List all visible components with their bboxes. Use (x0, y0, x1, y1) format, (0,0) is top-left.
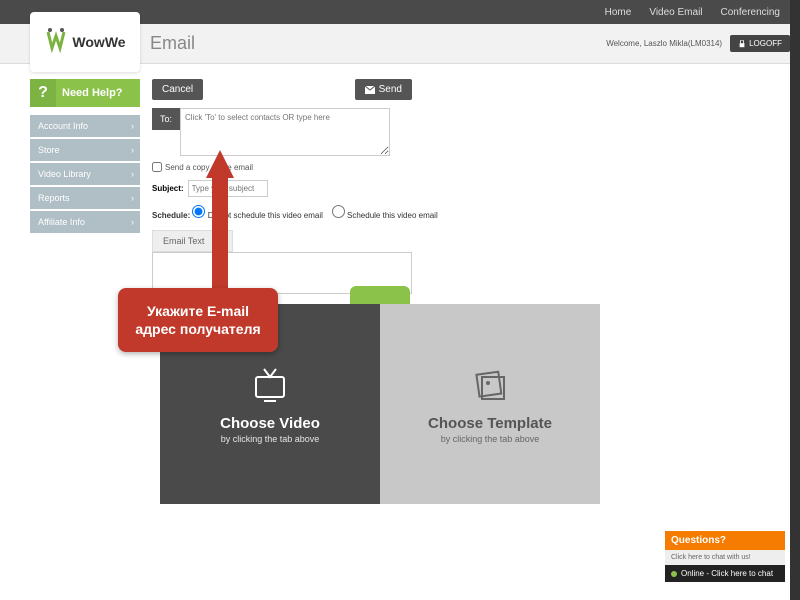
sidebar-item-video-library[interactable]: Video Library (30, 163, 140, 185)
choose-template-sub: by clicking the tab above (441, 434, 540, 444)
need-help-button[interactable]: ? Need Help? (30, 79, 140, 107)
send-copy-checkbox[interactable] (152, 162, 162, 172)
sidebar-item-account[interactable]: Account Info (30, 115, 140, 137)
send-label: Send (379, 84, 402, 95)
schedule-yes-radio[interactable] (332, 205, 345, 218)
subject-label: Subject: (152, 184, 184, 193)
welcome-text: Welcome, Laszlo Mikla(LM0314) (606, 39, 722, 48)
tab-email-text[interactable]: Email Text (152, 230, 215, 252)
send-button[interactable]: Send (355, 79, 412, 100)
chat-subtitle: Click here to chat with us! (665, 550, 785, 565)
chat-widget[interactable]: Questions? Click here to chat with us! O… (665, 531, 785, 582)
envelope-icon (365, 86, 375, 94)
question-icon: ? (30, 79, 56, 107)
to-input[interactable] (180, 108, 390, 156)
lock-icon (738, 40, 746, 48)
schedule-label: Schedule: (152, 211, 190, 220)
schedule-yes-label: Schedule this video email (347, 211, 438, 220)
sidebar-item-reports[interactable]: Reports (30, 187, 140, 209)
to-label[interactable]: To: (152, 108, 180, 130)
sidebar-item-affiliate[interactable]: Affiliate Info (30, 211, 140, 233)
main-compose-area: Cancel Send To: Send a copy of the email… (152, 79, 790, 294)
right-scrollbar[interactable] (790, 0, 800, 600)
online-dot-icon (671, 571, 677, 577)
nav-home[interactable]: Home (605, 7, 632, 18)
logoff-button[interactable]: LOGOFF (730, 35, 790, 52)
schedule-no-radio[interactable] (192, 205, 205, 218)
choose-template-panel[interactable]: Choose Template by clicking the tab abov… (380, 304, 600, 504)
sidebar-item-store[interactable]: Store (30, 139, 140, 161)
logo-icon (44, 28, 68, 56)
page-title: Email (150, 33, 195, 54)
cancel-button[interactable]: Cancel (152, 79, 203, 100)
tv-icon (250, 365, 290, 405)
need-help-label: Need Help? (56, 87, 123, 99)
nav-conferencing[interactable]: Conferencing (721, 7, 780, 18)
logo[interactable]: WowWe (30, 12, 140, 72)
template-icon (470, 365, 510, 405)
choose-video-sub: by clicking the tab above (221, 434, 320, 444)
chat-title: Questions? (665, 531, 785, 550)
chat-status-text: Online - Click here to chat (681, 569, 773, 578)
choose-video-title: Choose Video (220, 415, 320, 432)
panel-tab[interactable] (350, 286, 410, 304)
logoff-label: LOGOFF (749, 39, 782, 48)
nav-video-email[interactable]: Video Email (649, 7, 702, 18)
choose-template-title: Choose Template (428, 415, 552, 432)
logo-text: WowWe (72, 34, 125, 50)
sidebar: ? Need Help? Account Info Store Video Li… (30, 79, 140, 294)
callout-tooltip: Укажите E-mail адрес получателя (118, 288, 278, 352)
chat-status-bar[interactable]: Online - Click here to chat (665, 565, 785, 582)
callout-arrow (208, 150, 232, 288)
